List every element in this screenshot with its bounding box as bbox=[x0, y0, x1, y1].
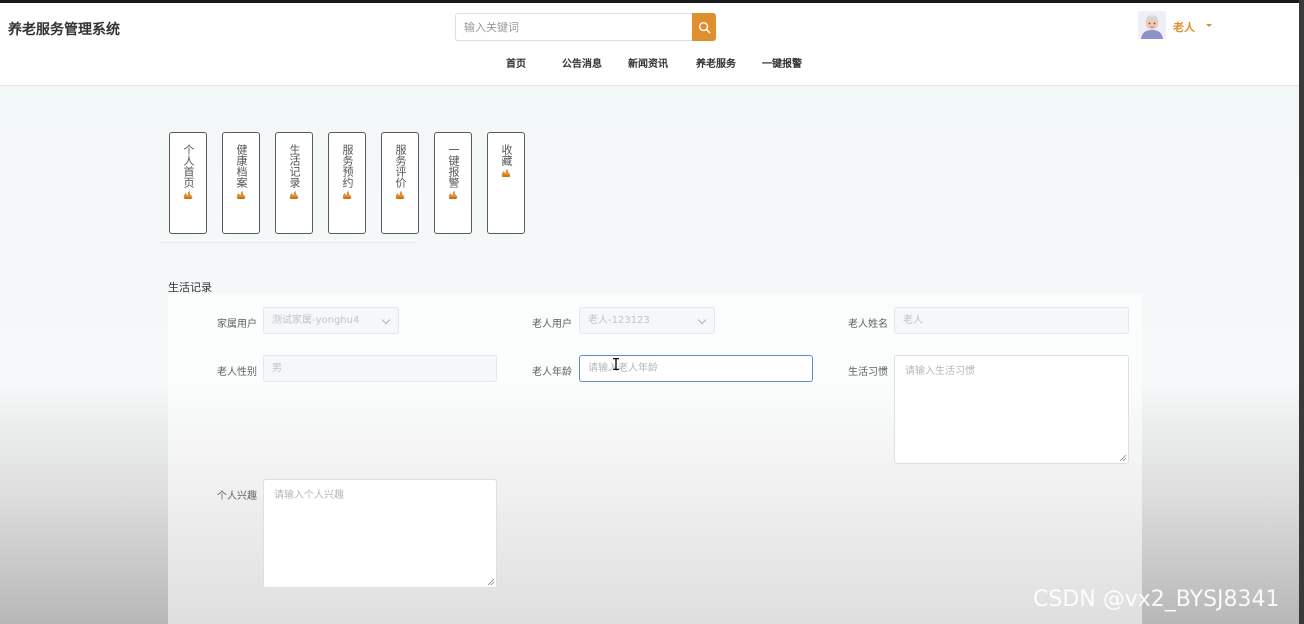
watermark: CSDN @vx2_BYSJ8341 bbox=[1033, 587, 1280, 612]
nav-elderly-services[interactable]: 养老服务 bbox=[696, 55, 736, 70]
hobbies-textarea[interactable]: 请输入个人兴趣 bbox=[263, 479, 497, 588]
nav-home[interactable]: 首页 bbox=[506, 55, 526, 70]
flame-icon bbox=[448, 191, 458, 199]
menu-card-favorites[interactable]: 收藏 bbox=[487, 132, 525, 234]
family-user-select[interactable]: 测试家属-yonghu4 bbox=[263, 307, 399, 334]
hobbies-placeholder: 请输入个人兴趣 bbox=[274, 490, 344, 501]
nav-news[interactable]: 新闻资讯 bbox=[628, 55, 668, 70]
elder-name-label: 老人姓名 bbox=[848, 319, 888, 330]
menu-card-service-review[interactable]: 服务评价 bbox=[381, 132, 419, 234]
family-user-value: 测试家属-yonghu4 bbox=[272, 315, 360, 326]
elder-gender-value: 男 bbox=[272, 363, 282, 374]
user-menu[interactable]: 老人 bbox=[1138, 11, 1218, 41]
menu-card-personal-home[interactable]: 个人首页 bbox=[169, 132, 207, 234]
search-icon bbox=[698, 21, 710, 33]
elder-age-label: 老人年龄 bbox=[532, 367, 572, 378]
elder-user-select[interactable]: 老人-123123 bbox=[579, 307, 715, 334]
elder-user-label: 老人用户 bbox=[532, 319, 572, 330]
elder-age-placeholder: 请输入老人年龄 bbox=[588, 363, 658, 374]
search-button[interactable] bbox=[692, 13, 716, 41]
resize-grip-icon[interactable] bbox=[1120, 455, 1126, 461]
nav-emergency-alarm[interactable]: 一键报警 bbox=[762, 55, 802, 70]
menu-card-label: 收藏 bbox=[500, 144, 513, 166]
menu-card-label: 一键报警 bbox=[447, 144, 460, 188]
resize-grip-icon[interactable] bbox=[488, 579, 494, 585]
menu-divider bbox=[160, 242, 418, 243]
user-name: 老人 bbox=[1173, 21, 1195, 34]
elder-gender-field[interactable]: 男 bbox=[263, 355, 497, 382]
section-title: 生活记录 bbox=[168, 281, 212, 294]
living-habits-label: 生活习惯 bbox=[848, 367, 888, 378]
menu-card-emergency-alarm[interactable]: 一键报警 bbox=[434, 132, 472, 234]
elder-user-value: 老人-123123 bbox=[588, 315, 650, 326]
flame-icon bbox=[236, 191, 246, 199]
site-title: 养老服务管理系统 bbox=[8, 22, 120, 38]
menu-card-label: 健康档案 bbox=[235, 144, 248, 188]
living-habits-textarea[interactable]: 请输入生活习惯 bbox=[894, 355, 1129, 464]
hobbies-label: 个人兴趣 bbox=[217, 491, 257, 502]
menu-card-life-records[interactable]: 生活记录 bbox=[275, 132, 313, 234]
elder-gender-label: 老人性别 bbox=[217, 367, 257, 378]
family-user-label: 家属用户 bbox=[217, 319, 257, 330]
chevron-down-icon bbox=[697, 315, 707, 325]
nav-announcements[interactable]: 公告消息 bbox=[562, 55, 602, 70]
text-cursor-icon bbox=[613, 358, 619, 370]
menu-card-health-records[interactable]: 健康档案 bbox=[222, 132, 260, 234]
search-input[interactable] bbox=[455, 13, 692, 41]
site-header: 养老服务管理系统 首页 公告消息 新闻资讯 养老服务 一键报警 老人 bbox=[0, 3, 1299, 86]
flame-icon bbox=[395, 191, 405, 199]
menu-card-service-booking[interactable]: 服务预约 bbox=[328, 132, 366, 234]
caret-down-icon bbox=[1206, 24, 1212, 27]
search-box bbox=[455, 13, 716, 41]
flame-icon bbox=[501, 169, 511, 177]
elder-name-field[interactable]: 老人 bbox=[894, 307, 1129, 334]
menu-card-label: 服务评价 bbox=[394, 144, 407, 188]
flame-icon bbox=[342, 191, 352, 199]
avatar-icon bbox=[1138, 11, 1166, 39]
elder-name-value: 老人 bbox=[903, 315, 923, 326]
flame-icon bbox=[289, 191, 299, 199]
flame-icon bbox=[183, 191, 193, 199]
menu-card-label: 个人首页 bbox=[182, 144, 195, 188]
chevron-down-icon bbox=[381, 315, 391, 325]
living-habits-placeholder: 请输入生活习惯 bbox=[905, 366, 975, 377]
menu-card-label: 服务预约 bbox=[341, 144, 354, 188]
window-right-edge bbox=[1299, 0, 1304, 624]
menu-card-label: 生活记录 bbox=[288, 144, 301, 188]
